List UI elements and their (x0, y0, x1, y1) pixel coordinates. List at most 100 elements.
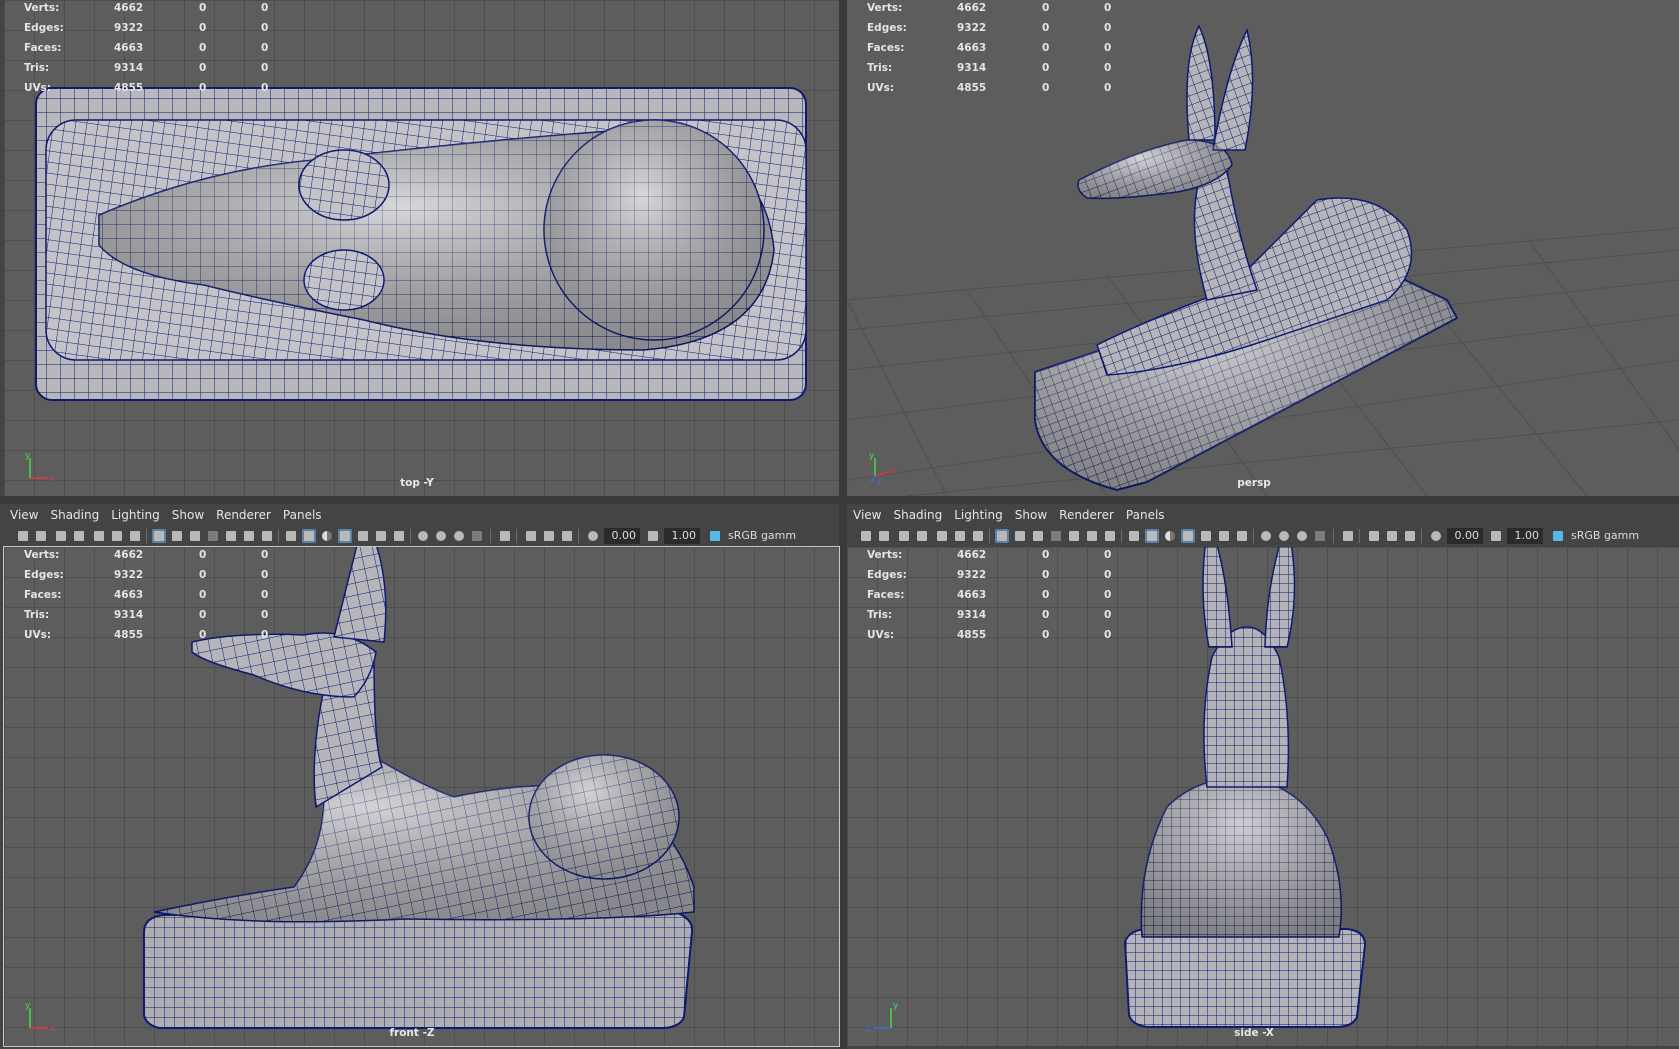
film-gate-icon[interactable] (1013, 529, 1027, 543)
safe-title-icon[interactable] (1103, 529, 1117, 543)
viewport-persp[interactable]: Verts: 4662 0 0 Edges: 9322 0 0 Faces: 4663 0 0 T… (847, 0, 1679, 496)
gate-mask-icon[interactable] (1049, 529, 1063, 543)
resolution-gate-icon[interactable] (1031, 529, 1045, 543)
menu-show[interactable]: Show (1009, 505, 1053, 522)
depth-of-field-icon[interactable] (470, 529, 484, 543)
camera-attributes-icon[interactable] (54, 529, 68, 543)
hud-label: Faces: (867, 42, 905, 54)
menu-lighting[interactable]: Lighting (948, 505, 1009, 522)
safe-action-icon[interactable] (1085, 529, 1099, 543)
film-gate-icon[interactable] (170, 529, 184, 543)
gamma-icon[interactable] (646, 529, 660, 543)
menu-lighting[interactable]: Lighting (105, 505, 166, 522)
menu-view[interactable]: View (4, 505, 44, 522)
wireframe-on-shaded-icon[interactable] (338, 529, 352, 543)
color-management-icon[interactable] (1551, 529, 1565, 543)
viewport-top[interactable]: Verts: 4662 0 0 Edges: 9322 0 0 Faces: 4663 0 0 T… (4, 0, 839, 496)
pane-divider-vertical[interactable] (839, 0, 847, 1049)
menu-panels[interactable]: Panels (1120, 505, 1171, 522)
gamma-field[interactable]: 1.00 (1507, 528, 1543, 544)
exposure-field[interactable]: 0.00 (1447, 528, 1483, 544)
gate-mask-icon[interactable] (206, 529, 220, 543)
xray-components-icon[interactable] (560, 529, 574, 543)
shadows-icon[interactable] (392, 529, 406, 543)
wireframe-on-shaded-icon[interactable] (1181, 529, 1195, 543)
smooth-shade-icon[interactable] (1145, 529, 1159, 543)
xray-icon[interactable] (524, 529, 538, 543)
textured-icon[interactable] (1199, 529, 1213, 543)
motion-blur-icon[interactable] (1277, 529, 1291, 543)
viewport-front[interactable]: Verts: 4662 0 0 Edges: 9322 0 0 Faces: 4663 0 0 T… (3, 546, 840, 1047)
field-chart-icon[interactable] (1067, 529, 1081, 543)
exposure-icon[interactable] (586, 529, 600, 543)
gamma-field[interactable]: 1.00 (664, 528, 700, 544)
hud-value: 0 (1104, 82, 1112, 94)
wireframe-icon[interactable] (284, 529, 298, 543)
hud-label: Tris: (867, 62, 893, 74)
isolate-select-icon[interactable] (498, 529, 512, 543)
screen-space-ao-icon[interactable] (1259, 529, 1273, 543)
image-plane-icon[interactable] (92, 529, 106, 543)
view-transform-label[interactable]: sRGB gamm (1571, 529, 1639, 542)
grease-pencil-icon[interactable] (128, 529, 142, 543)
lights-icon[interactable] (1217, 529, 1231, 543)
smooth-shade-icon[interactable] (302, 529, 316, 543)
xray-components-icon[interactable] (1403, 529, 1417, 543)
axis-label-y: y (893, 1001, 899, 1011)
menu-shading[interactable]: Shading (887, 505, 948, 522)
camera-icon[interactable] (16, 529, 30, 543)
grease-pencil-icon[interactable] (971, 529, 985, 543)
menu-show[interactable]: Show (166, 505, 210, 522)
xray-joints-icon[interactable] (1385, 529, 1399, 543)
gamma-icon[interactable] (1489, 529, 1503, 543)
camera-icon[interactable] (859, 529, 873, 543)
shadows-icon[interactable] (1235, 529, 1249, 543)
wireframe-icon[interactable] (1127, 529, 1141, 543)
lock-camera-icon[interactable] (34, 529, 48, 543)
exposure-field[interactable]: 0.00 (604, 528, 640, 544)
screen-space-ao-icon[interactable] (416, 529, 430, 543)
motion-blur-icon[interactable] (434, 529, 448, 543)
safe-action-icon[interactable] (242, 529, 256, 543)
hud-row-uvs: UVs: 4855 0 0 (18, 627, 278, 647)
resolution-gate-icon[interactable] (188, 529, 202, 543)
color-management-icon[interactable] (708, 529, 722, 543)
menu-panels[interactable]: Panels (277, 505, 328, 522)
bookmark-icon[interactable] (72, 529, 86, 543)
field-chart-icon[interactable] (224, 529, 238, 543)
menu-renderer[interactable]: Renderer (1053, 505, 1120, 522)
hud-value: 0 (261, 62, 269, 74)
viewport-side[interactable]: Verts: 4662 0 0 Edges: 9322 0 0 Faces: 4663 0 0 T… (847, 547, 1679, 1046)
hud-label: Verts: (867, 549, 903, 561)
xray-joints-icon[interactable] (542, 529, 556, 543)
2d-pan-zoom-icon[interactable] (953, 529, 967, 543)
hud-row-verts: Verts: 4662 0 0 (18, 547, 278, 567)
isolate-select-icon[interactable] (1341, 529, 1355, 543)
grid-icon[interactable] (995, 529, 1009, 543)
camera-attributes-icon[interactable] (897, 529, 911, 543)
bookmark-icon[interactable] (915, 529, 929, 543)
menu-shading[interactable]: Shading (44, 505, 105, 522)
menu-renderer[interactable]: Renderer (210, 505, 277, 522)
hud-row-faces: Faces: 4663 0 0 (18, 40, 278, 60)
exposure-icon[interactable] (1429, 529, 1443, 543)
textured-icon[interactable] (356, 529, 370, 543)
image-plane-icon[interactable] (935, 529, 949, 543)
view-transform-label[interactable]: sRGB gamm (728, 529, 796, 542)
safe-title-icon[interactable] (260, 529, 274, 543)
hud-value: 0 (199, 42, 207, 54)
xray-icon[interactable] (1367, 529, 1381, 543)
lights-icon[interactable] (374, 529, 388, 543)
2d-pan-zoom-icon[interactable] (110, 529, 124, 543)
grid-icon[interactable] (152, 529, 166, 543)
menu-view[interactable]: View (847, 505, 887, 522)
axis-label-y: y (25, 451, 31, 461)
hud-label: Tris: (867, 609, 893, 621)
depth-of-field-icon[interactable] (1313, 529, 1327, 543)
hud-row-edges: Edges: 9322 0 0 (861, 20, 1121, 40)
default-material-icon[interactable] (1163, 529, 1177, 543)
default-material-icon[interactable] (320, 529, 334, 543)
lock-camera-icon[interactable] (877, 529, 891, 543)
anti-aliasing-icon[interactable] (452, 529, 466, 543)
anti-aliasing-icon[interactable] (1295, 529, 1309, 543)
